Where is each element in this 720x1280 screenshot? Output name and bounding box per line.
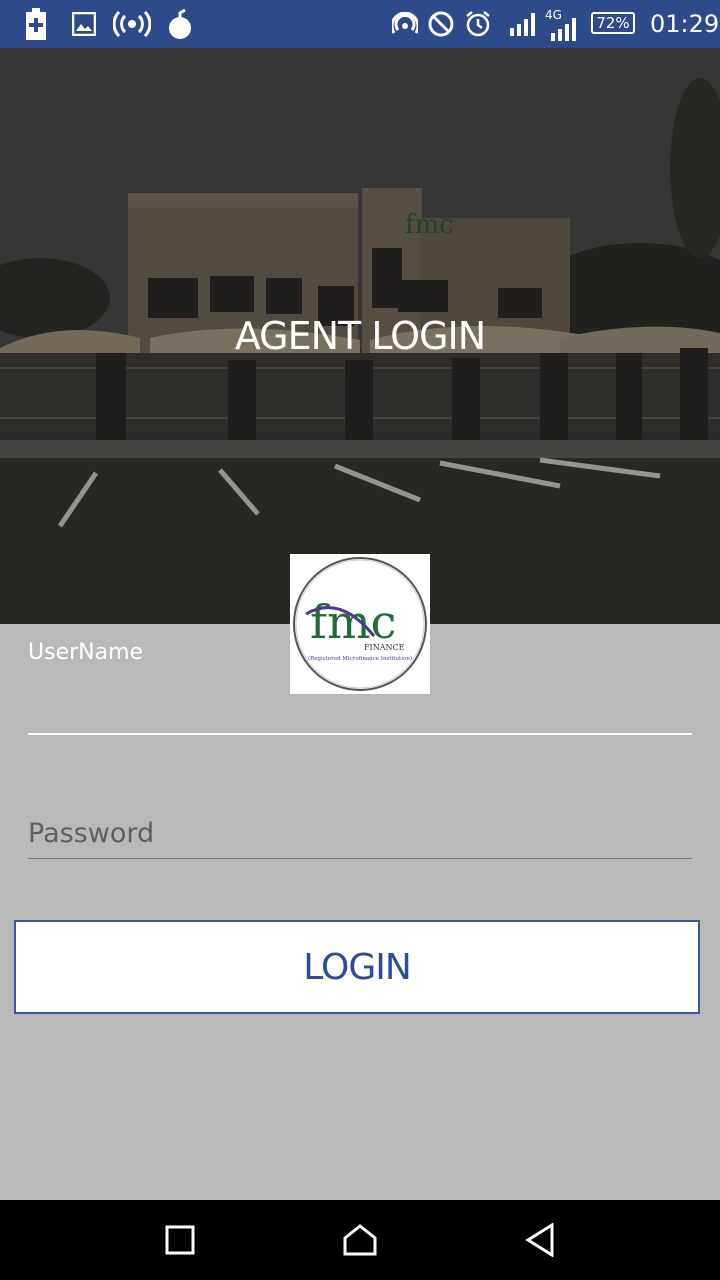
hotspot-icon xyxy=(112,0,152,48)
username-label: UserName xyxy=(28,640,144,665)
logo-brand: fmc xyxy=(310,595,396,649)
battery-charging-icon xyxy=(22,0,50,48)
signal-4g-icon: 4G xyxy=(544,0,578,48)
page-title: AGENT LOGIN xyxy=(234,314,486,358)
image-icon xyxy=(70,0,98,48)
hero-image: fmc AGENT LOGIN xyxy=(0,48,720,624)
login-button[interactable]: LOGIN xyxy=(14,920,700,1014)
alarm-icon xyxy=(462,0,494,48)
status-time: 01:29 xyxy=(650,10,720,38)
battery-percent: 72% xyxy=(591,12,635,34)
signal-icon xyxy=(508,0,538,48)
network-label: 4G xyxy=(545,8,562,22)
username-field[interactable] xyxy=(28,733,692,735)
recents-icon[interactable] xyxy=(140,1200,220,1280)
do-not-disturb-icon xyxy=(426,0,456,48)
status-bar: 4G 72% 01:29 xyxy=(0,0,720,48)
logo-tagline: (Registered Microfinance Institution) xyxy=(308,655,412,662)
password-field[interactable] xyxy=(28,808,692,858)
navigation-bar xyxy=(0,1200,720,1280)
back-icon[interactable] xyxy=(500,1200,580,1280)
home-icon[interactable] xyxy=(320,1200,400,1280)
app-bomb-icon xyxy=(164,0,196,48)
fmc-logo: fmc FINANCE (Registered Microfinance Ins… xyxy=(290,554,430,694)
nfc-icon xyxy=(390,0,420,48)
logo-subtitle: FINANCE xyxy=(364,643,405,652)
password-underline xyxy=(28,858,692,859)
